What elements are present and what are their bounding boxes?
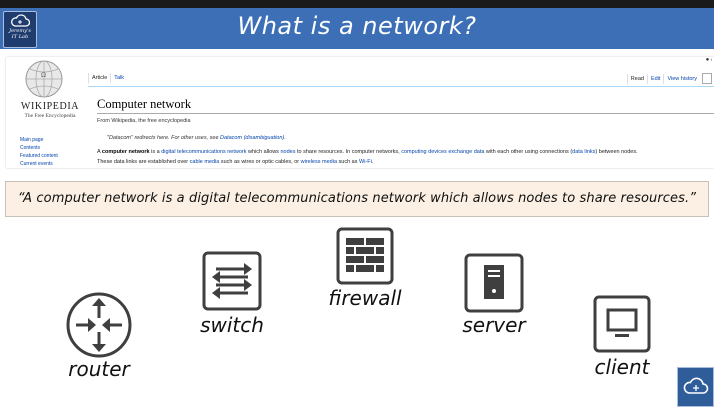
server-icon <box>464 253 524 313</box>
wikipedia-wordmark: WIKIPEDIA <box>20 101 80 112</box>
server-label: server <box>462 313 526 337</box>
top-edge-bar <box>0 0 714 8</box>
tab-article[interactable]: Article <box>88 73 111 84</box>
client-label: client <box>594 355 650 379</box>
tab-read[interactable]: Read <box>626 73 647 85</box>
sidebar-link-current-events[interactable]: Current events <box>20 160 58 168</box>
article-paragraph: A computer network is a digital telecomm… <box>97 149 638 165</box>
tab-edit[interactable]: Edit <box>646 73 663 84</box>
sidebar-link-featured[interactable]: Featured content <box>20 152 58 160</box>
switch-label: switch <box>200 313 264 337</box>
svg-text:Ω: Ω <box>41 72 46 79</box>
wikipedia-screenshot: Ω WIKIPEDIA The Free Encyclopedia Main p… <box>6 57 714 168</box>
client-icon <box>593 295 651 353</box>
router-label: router <box>68 357 130 381</box>
switch-icon <box>202 251 262 311</box>
view-tabs: Read Edit View history <box>626 73 712 85</box>
link-cable-media[interactable]: cable media <box>190 159 220 165</box>
user-icon[interactable]: ● I <box>706 57 712 63</box>
definition-quote: “A computer network is a digital telecom… <box>17 191 697 206</box>
disambiguation-link[interactable]: Datacom (disambiguation) <box>220 135 284 141</box>
tab-talk[interactable]: Talk <box>110 73 127 83</box>
link-data-links[interactable]: data links <box>572 149 595 155</box>
content-top-rule <box>88 86 714 87</box>
definition-quote-box: “A computer network is a digital telecom… <box>5 181 709 217</box>
link-wifi[interactable]: Wi-Fi <box>359 159 372 165</box>
title-banner: Jeremy's IT Lab What is a network? <box>0 8 714 49</box>
sidebar-link-contents[interactable]: Contents <box>20 144 58 152</box>
cloud-network-icon <box>683 377 708 394</box>
link-digital-telecom[interactable]: digital telecommunications network <box>161 149 246 155</box>
hatnote: "Datacom" redirects here. For other uses… <box>107 135 286 141</box>
sidebar-link-main-page[interactable]: Main page <box>20 136 58 144</box>
article-tabs: Article Talk <box>88 73 127 84</box>
heading-rule <box>97 113 714 114</box>
corner-logo <box>677 367 714 407</box>
firewall-label: firewall <box>328 286 402 310</box>
tab-view-history[interactable]: View history <box>663 73 700 84</box>
wikipedia-sidebar: Main page Contents Featured content Curr… <box>20 136 58 168</box>
link-wireless-media[interactable]: wireless media <box>301 159 337 165</box>
link-nodes[interactable]: nodes <box>280 149 295 155</box>
router-icon <box>66 292 132 358</box>
link-computing-devices[interactable]: computing devices exchange data <box>401 149 484 155</box>
wikipedia-globe-icon: Ω <box>25 60 63 98</box>
from-wikipedia: From Wikipedia, the free encyclopedia <box>97 118 191 124</box>
article-heading: Computer network <box>97 97 192 111</box>
slide-title: What is a network? <box>237 12 477 40</box>
wikipedia-tagline: The Free Encyclopedia <box>24 113 76 119</box>
firewall-icon <box>336 227 394 285</box>
search-input[interactable] <box>702 73 712 84</box>
